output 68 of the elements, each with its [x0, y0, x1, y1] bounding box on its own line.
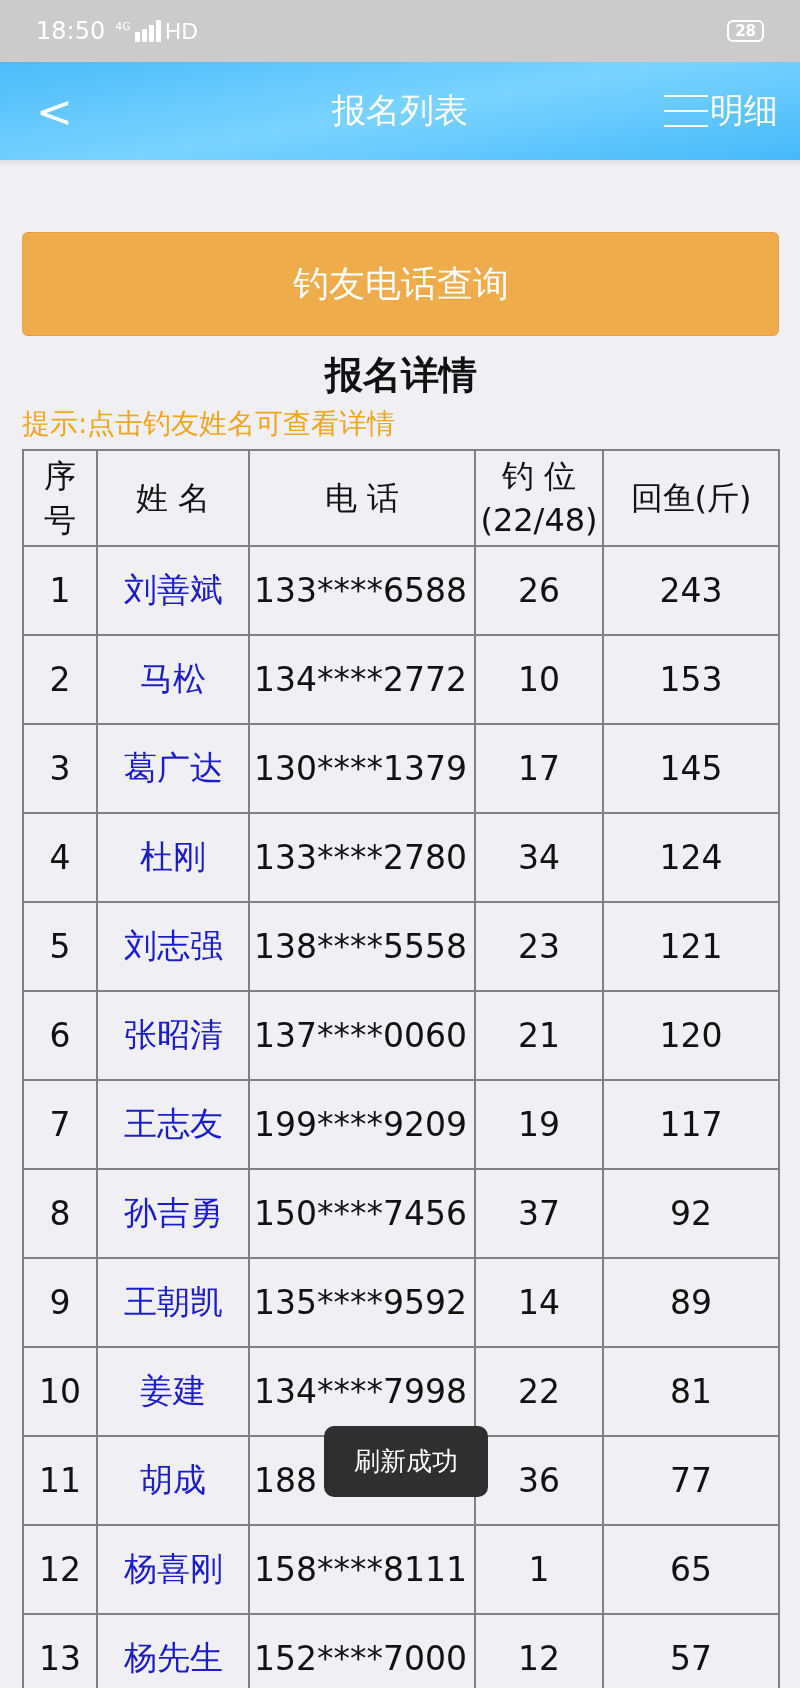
table-cell: 6 — [23, 991, 97, 1080]
toast-message: 刷新成功 — [324, 1426, 488, 1497]
table-cell: 134****2772 — [249, 635, 475, 724]
table-cell: 21 — [475, 991, 603, 1080]
menu-icon — [664, 93, 708, 129]
name-link[interactable]: 刘善斌 — [97, 546, 249, 635]
table-cell: 7 — [23, 1080, 97, 1169]
table-cell: 10 — [475, 635, 603, 724]
table-cell: 8 — [23, 1169, 97, 1258]
table-cell: 2 — [23, 635, 97, 724]
table-cell: 13 — [23, 1614, 97, 1688]
name-link[interactable]: 胡成 — [97, 1436, 249, 1525]
page-title: 报名列表 — [331, 89, 469, 132]
table-cell: 81 — [603, 1347, 779, 1436]
table-cell: 14 — [475, 1258, 603, 1347]
name-link[interactable]: 刘志强 — [97, 902, 249, 991]
table-cell: 130****1379 — [249, 724, 475, 813]
table-cell: 26 — [475, 546, 603, 635]
name-link[interactable]: 孙吉勇 — [97, 1169, 249, 1258]
table-cell: 12 — [23, 1525, 97, 1614]
section-title: 报名详情 — [323, 352, 478, 399]
table-cell: 121 — [603, 902, 779, 991]
name-link[interactable]: 杜刚 — [97, 813, 249, 902]
table-cell: 65 — [603, 1525, 779, 1614]
table-cell: 133****2780 — [249, 813, 475, 902]
name-link[interactable]: 马松 — [97, 635, 249, 724]
table-cell: 34 — [475, 813, 603, 902]
table-cell: 23 — [475, 902, 603, 991]
table-cell: 199****9209 — [249, 1080, 475, 1169]
table-cell: 1 — [475, 1525, 603, 1614]
column-header: 钓 位 (22/48) — [475, 450, 603, 546]
name-link[interactable]: 王朝凯 — [97, 1258, 249, 1347]
name-link[interactable]: 王志友 — [97, 1080, 249, 1169]
name-link[interactable]: 杨喜刚 — [97, 1525, 249, 1614]
table-cell: 19 — [475, 1080, 603, 1169]
table-cell: 120 — [603, 991, 779, 1080]
column-header: 回鱼(斤) — [603, 450, 779, 546]
table-cell: 11 — [23, 1436, 97, 1525]
table-cell: 92 — [603, 1169, 779, 1258]
column-header: 序号 — [23, 450, 97, 546]
table-cell: 77 — [603, 1436, 779, 1525]
table-cell: 5 — [23, 902, 97, 991]
table-cell: 4 — [23, 813, 97, 902]
table-cell: 37 — [475, 1169, 603, 1258]
column-header: 电 话 — [249, 450, 475, 546]
hint-text: 提示:点击钓友姓名可查看详情 — [22, 406, 397, 442]
name-link[interactable]: 姜建 — [97, 1347, 249, 1436]
table-cell: 1 — [23, 546, 97, 635]
name-link[interactable]: 葛广达 — [97, 724, 249, 813]
table-cell: 150****7456 — [249, 1169, 475, 1258]
table-cell: 9 — [23, 1258, 97, 1347]
table-cell: 89 — [603, 1258, 779, 1347]
table-cell: 133****6588 — [249, 546, 475, 635]
table-cell: 138****5558 — [249, 902, 475, 991]
table-cell: 145 — [603, 724, 779, 813]
signal-icon — [134, 20, 161, 42]
table-cell: 243 — [603, 546, 779, 635]
table-cell: 153 — [603, 635, 779, 724]
name-link[interactable]: 张昭清 — [97, 991, 249, 1080]
table-cell: 117 — [603, 1080, 779, 1169]
table-cell: 135****9592 — [249, 1258, 475, 1347]
table-cell: 124 — [603, 813, 779, 902]
table-cell: 158****8111 — [249, 1525, 475, 1614]
column-header: 姓 名 — [97, 450, 249, 546]
table-cell: 17 — [475, 724, 603, 813]
table-cell: 3 — [23, 724, 97, 813]
table-cell: 137****0060 — [249, 991, 475, 1080]
table-cell: 10 — [23, 1347, 97, 1436]
